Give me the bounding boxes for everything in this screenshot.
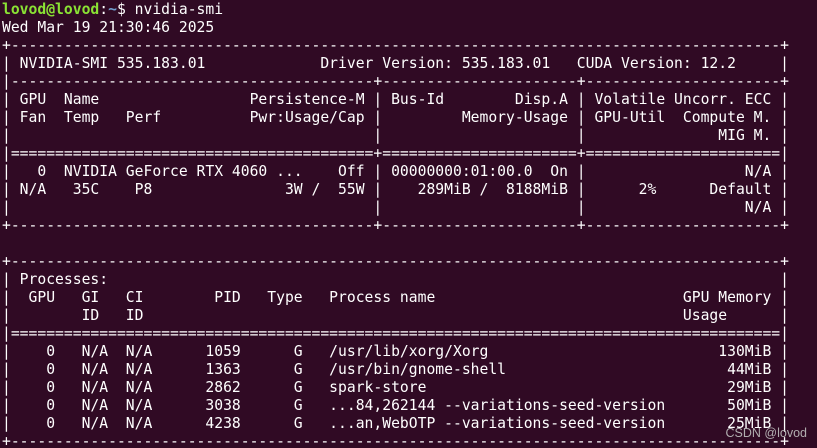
process-row: | 0 N/A N/A 4238 G ...an,WebOTP --variat…	[2, 415, 789, 432]
process-row: | 0 N/A N/A 3038 G ...84,262144 --variat…	[2, 397, 789, 414]
terminal-window[interactable]: lovod@lovod:~$ nvidia-smi Wed Mar 19 21:…	[0, 0, 817, 448]
terminal-output: lovod@lovod:~$ nvidia-smi Wed Mar 19 21:…	[2, 1, 817, 448]
gpu-header-row-2: | Fan Temp Perf Pwr:Usage/Cap | Memory-U…	[2, 109, 789, 126]
gpu-row-2: | N/A 35C P8 3W / 55W | 289MiB / 8188MiB…	[2, 181, 789, 198]
version-info-row: | NVIDIA-SMI 535.183.01 Driver Version: …	[2, 55, 789, 72]
gpu-header-row-1: | GPU Name Persistence-M | Bus-Id Disp.A…	[2, 91, 789, 108]
watermark: CSDN @lovod	[725, 426, 807, 440]
process-row: | 0 N/A N/A 1363 G /usr/bin/gnome-shell …	[2, 361, 789, 378]
processes-border-top: +---------------------------------------…	[2, 253, 789, 270]
prompt-path: ~	[108, 1, 117, 18]
timestamp-line: Wed Mar 19 21:30:46 2025	[2, 19, 215, 36]
table-border-top: +---------------------------------------…	[2, 37, 789, 54]
process-row: | 0 N/A N/A 1059 G /usr/lib/xorg/Xorg 13…	[2, 343, 789, 360]
prompt-separator: :	[99, 1, 109, 18]
table-divider: |---------------------------------------…	[2, 73, 789, 90]
processes-title-row: | Processes: |	[2, 271, 789, 288]
processes-header-row-2: | ID ID Usage |	[2, 307, 789, 324]
prompt-user-host: lovod@lovod	[2, 1, 100, 18]
gpu-table-border-bottom: +---------------------------------------…	[2, 217, 789, 234]
gpu-row-1: | 0 NVIDIA GeForce RTX 4060 ... Off | 00…	[2, 163, 789, 180]
gpu-row-3: | | | N/A |	[2, 199, 789, 216]
command-prompt-line: lovod@lovod:~$ nvidia-smi	[2, 1, 817, 19]
typed-command: nvidia-smi	[134, 1, 224, 18]
process-row: | 0 N/A N/A 2862 G spark-store 29MiB |	[2, 379, 789, 396]
processes-header-row-1: | GPU GI CI PID Type Process name GPU Me…	[2, 289, 789, 306]
gpu-header-separator: |=======================================…	[2, 145, 789, 162]
gpu-header-row-3: | | | MIG M. |	[2, 127, 789, 144]
prompt-symbol: $	[116, 1, 135, 18]
processes-header-separator: |=======================================…	[2, 325, 789, 342]
processes-border-bottom: +---------------------------------------…	[2, 433, 789, 448]
